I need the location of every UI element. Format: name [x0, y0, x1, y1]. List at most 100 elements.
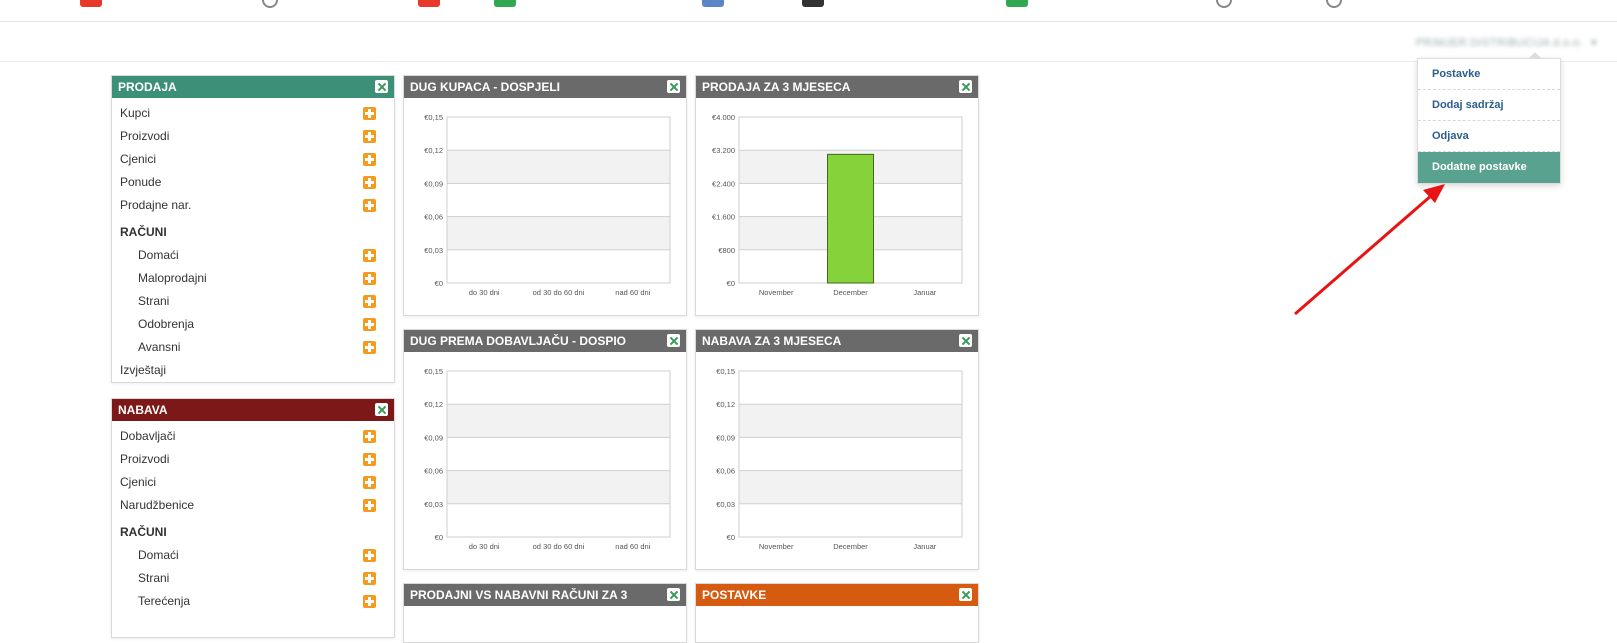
prodaja-3m-chart: €0 €800 €1.600 €2.400 €3.200 €4.000 November De…	[712, 113, 963, 297]
panel-title: NABAVA	[118, 403, 168, 417]
menu-item[interactable]: Maloprodajni	[112, 267, 394, 290]
close-icon[interactable]	[375, 80, 388, 93]
menu-item[interactable]: Kupci	[112, 102, 394, 125]
x-tick-label: December	[833, 288, 868, 297]
menu-item[interactable]: Strani	[112, 567, 394, 590]
menu-item-label: Cjenici	[120, 152, 157, 166]
x-tick-label: do 30 dni	[469, 288, 500, 297]
add-icon[interactable]	[363, 153, 376, 166]
menu-item[interactable]: Domaći	[112, 544, 394, 567]
x-tick-label: od 30 do 60 dni	[533, 542, 585, 551]
menu-item[interactable]: Prodajne nar.	[112, 194, 394, 217]
add-icon[interactable]	[363, 595, 376, 608]
add-icon[interactable]	[363, 295, 376, 308]
menu-item[interactable]: Domaći	[112, 244, 394, 267]
dropdown-item[interactable]: Dodatne postavke	[1418, 152, 1560, 183]
y-tick-label: €0,09	[424, 179, 443, 188]
menu-item[interactable]: Narudžbenice	[112, 494, 394, 517]
app-icon[interactable]	[418, 0, 440, 7]
menu-item-label: Cjenici	[120, 475, 157, 489]
grid-band	[447, 503, 670, 537]
app-icon[interactable]	[80, 0, 102, 7]
menu-item[interactable]: Cjenici	[112, 148, 394, 171]
add-icon[interactable]	[363, 249, 376, 262]
menu-item[interactable]: Izvještaji	[112, 359, 394, 382]
grid-band	[739, 437, 962, 471]
y-tick-label: €0,06	[716, 467, 735, 476]
y-tick-label: €0	[727, 533, 735, 542]
dropdown-item[interactable]: Odjava	[1418, 121, 1560, 152]
close-icon[interactable]	[959, 80, 972, 93]
close-icon[interactable]	[667, 588, 680, 601]
y-tick-label: €0,03	[424, 500, 443, 509]
grid-band	[447, 150, 670, 184]
add-icon[interactable]	[363, 549, 376, 562]
menu-item[interactable]: Proizvodi	[112, 125, 394, 148]
menu-item-label: Kupci	[120, 106, 151, 120]
dug-kupaca-widget: DUG KUPACA - DOSPJELI €0 €0,03 €0,06 €0,09 €…	[403, 75, 687, 316]
widget-title: DUG PREMA DOBAVLJAČU - DOSPIO	[410, 334, 627, 348]
report-icon[interactable]	[802, 0, 824, 7]
menu-item-label: Strani	[138, 294, 170, 308]
help-icon[interactable]	[1216, 0, 1232, 8]
x-tick-label: Januar	[913, 542, 936, 551]
y-tick-label: €4.000	[712, 113, 735, 122]
menu-item[interactable]: Proizvodi	[112, 448, 394, 471]
y-tick-label: €0	[727, 279, 735, 288]
grid-band	[447, 371, 670, 405]
close-icon[interactable]	[959, 334, 972, 347]
add-icon[interactable]	[363, 341, 376, 354]
close-icon[interactable]	[667, 334, 680, 347]
y-tick-label: €0,06	[424, 467, 443, 476]
widget-title: NABAVA ZA 3 MJESECA	[702, 334, 842, 348]
settings-icon[interactable]	[1326, 0, 1342, 8]
add-icon[interactable]	[363, 476, 376, 489]
dropdown-item[interactable]: Dodaj sadržaj	[1418, 90, 1560, 121]
close-icon[interactable]	[959, 588, 972, 601]
menu-item[interactable]: Ponude	[112, 171, 394, 194]
postavke-widget: POSTAVKE	[695, 583, 979, 643]
menu-item[interactable]: Odobrenja	[112, 313, 394, 336]
chevron-down-icon: ▾	[1591, 37, 1597, 49]
bar[interactable]	[827, 153, 874, 284]
document-icon[interactable]	[1006, 0, 1028, 7]
add-icon[interactable]	[363, 430, 376, 443]
add-icon[interactable]	[363, 199, 376, 212]
add-icon[interactable]	[363, 176, 376, 189]
menu-item[interactable]: Terećenja	[112, 590, 394, 613]
add-icon[interactable]	[363, 318, 376, 331]
dropdown-item[interactable]: Postavke	[1418, 59, 1560, 90]
menu-item[interactable]: Dobavljači	[112, 425, 394, 448]
menu-item-label: Ponude	[120, 175, 162, 189]
y-tick-label: €0	[435, 279, 443, 288]
menu-item-label: RAČUNI	[120, 525, 167, 539]
nabava-menu: Dobavljači Proizvodi Cjenici Narudžbenice RA…	[112, 421, 394, 613]
user-menu[interactable]: PRIMJER.DISTRIBUCIJA d.o.o. ▾	[1416, 36, 1597, 49]
y-tick-label: €0,15	[716, 367, 735, 376]
help-icon[interactable]	[262, 0, 278, 8]
menu-item[interactable]: Cjenici	[112, 471, 394, 494]
calendar-icon[interactable]	[702, 0, 724, 7]
y-tick-label: €0,09	[716, 433, 735, 442]
nabava-panel: NABAVA Dobavljači Proizvodi Cjenici Narudžb…	[111, 398, 395, 638]
add-icon[interactable]	[363, 107, 376, 120]
document-icon[interactable]	[494, 0, 516, 7]
y-tick-label: €0,15	[424, 367, 443, 376]
add-icon[interactable]	[363, 130, 376, 143]
user-name: PRIMJER.DISTRIBUCIJA d.o.o.	[1415, 37, 1584, 49]
add-icon[interactable]	[363, 272, 376, 285]
add-icon[interactable]	[363, 453, 376, 466]
menu-item[interactable]: Avansni	[112, 336, 394, 359]
prodaja-menu: Kupci Proizvodi Cjenici Ponude Prodajne nar.…	[112, 98, 394, 382]
close-icon[interactable]	[667, 80, 680, 93]
menu-item-label: Prodajne nar.	[120, 198, 192, 212]
y-tick-label: €0,09	[424, 433, 443, 442]
add-icon[interactable]	[363, 572, 376, 585]
menu-item-label: Domaći	[138, 548, 179, 562]
x-tick-label: nad 60 dni	[615, 542, 650, 551]
menu-item[interactable]: Strani	[112, 290, 394, 313]
x-tick-label: Januar	[913, 288, 936, 297]
widget-title: DUG KUPACA - DOSPJELI	[410, 80, 561, 94]
add-icon[interactable]	[363, 499, 376, 512]
close-icon[interactable]	[375, 403, 388, 416]
